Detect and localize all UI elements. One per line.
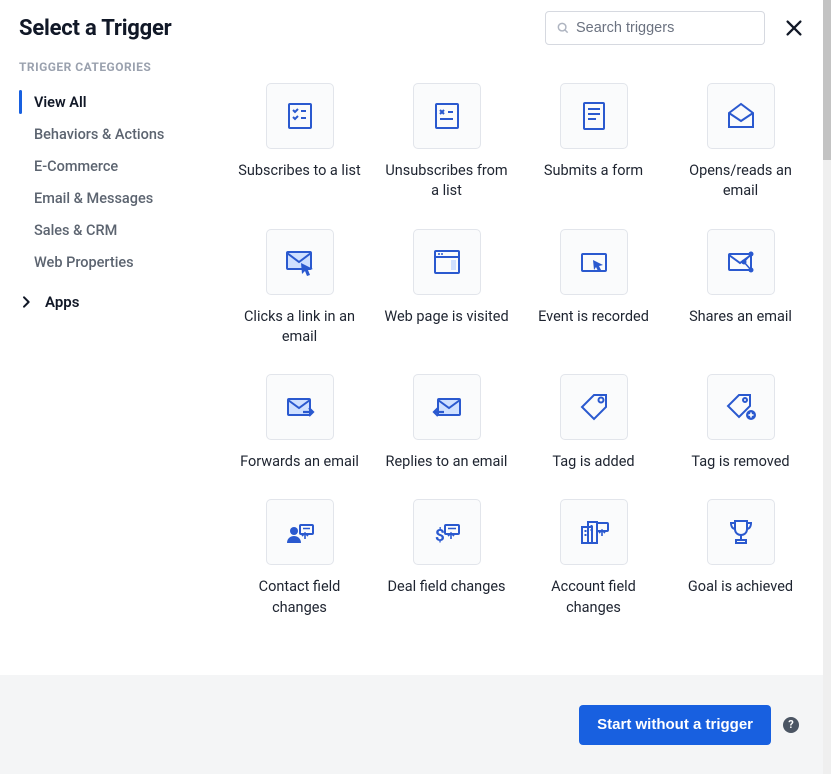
trophy-icon: [724, 515, 758, 549]
sidebar-category-1[interactable]: Behaviors & Actions: [0, 118, 217, 150]
trigger-webpage[interactable]: Web page is visited: [382, 229, 511, 348]
trigger-tile: [560, 499, 628, 565]
modal-content: TRIGGER CATEGORIES View AllBehaviors & A…: [0, 56, 823, 675]
trigger-label: Tag is added: [552, 452, 634, 472]
modal-footer: Start without a trigger ?: [0, 675, 823, 774]
trigger-mail-forward[interactable]: Forwards an email: [235, 374, 364, 472]
trigger-tile: [707, 499, 775, 565]
close-button[interactable]: [783, 17, 805, 39]
trigger-label: Unsubscribes from a list: [383, 161, 511, 202]
trigger-label: Deal field changes: [387, 577, 505, 597]
sidebar-category-0[interactable]: View All: [0, 86, 217, 118]
help-button[interactable]: ?: [783, 717, 799, 733]
start-without-trigger-button[interactable]: Start without a trigger: [579, 705, 771, 745]
mail-share-icon: [724, 245, 758, 279]
trigger-tile: [707, 83, 775, 149]
sidebar-category-2[interactable]: E-Commerce: [0, 150, 217, 182]
trigger-tile: [560, 374, 628, 440]
account-field-icon: [577, 515, 611, 549]
tag-remove-icon: [724, 390, 758, 424]
sidebar-category-4[interactable]: Sales & CRM: [0, 214, 217, 246]
trigger-tile: [266, 374, 334, 440]
trigger-grid: Subscribes to a list Unsubscribes from a …: [235, 83, 805, 618]
trigger-label: Replies to an email: [386, 452, 508, 472]
chevron-right-icon: [18, 294, 34, 310]
sidebar-category-5[interactable]: Web Properties: [0, 246, 217, 278]
sidebar-apps[interactable]: Apps: [0, 286, 217, 318]
trigger-mail-reply[interactable]: Replies to an email: [382, 374, 511, 472]
mail-forward-icon: [283, 390, 317, 424]
checklist-off-icon: [430, 99, 464, 133]
webpage-icon: [430, 245, 464, 279]
trigger-trophy[interactable]: Goal is achieved: [676, 499, 805, 618]
trigger-label: Contact field changes: [236, 577, 364, 618]
trigger-tile: [707, 229, 775, 295]
trigger-label: Goal is achieved: [688, 577, 793, 597]
category-list: View AllBehaviors & ActionsE-CommerceEma…: [0, 86, 217, 278]
search-input[interactable]: [570, 20, 754, 36]
trigger-label: Opens/reads an email: [677, 161, 805, 202]
trigger-select-modal: Select a Trigger TRIGGER CATEGORIES View…: [0, 0, 831, 774]
trigger-label: Clicks a link in an email: [236, 307, 364, 348]
trigger-label: Forwards an email: [240, 452, 359, 472]
trigger-tag[interactable]: Tag is added: [529, 374, 658, 472]
trigger-tile: [266, 229, 334, 295]
contact-field-icon: [283, 515, 317, 549]
trigger-tile: [413, 374, 481, 440]
trigger-mail-open[interactable]: Opens/reads an email: [676, 83, 805, 202]
trigger-contact-field[interactable]: Contact field changes: [235, 499, 364, 618]
trigger-label: Subscribes to a list: [238, 161, 360, 181]
trigger-grid-container[interactable]: Subscribes to a list Unsubscribes from a …: [217, 56, 823, 675]
trigger-label: Shares an email: [689, 307, 792, 327]
search-field[interactable]: [545, 11, 765, 45]
trigger-mail-click[interactable]: Clicks a link in an email: [235, 229, 364, 348]
trigger-tile: [413, 499, 481, 565]
trigger-label: Account field changes: [530, 577, 658, 618]
modal-title: Select a Trigger: [19, 16, 172, 41]
trigger-tile: [266, 83, 334, 149]
trigger-tag-remove[interactable]: Tag is removed: [676, 374, 805, 472]
trigger-tile: [413, 83, 481, 149]
trigger-tile: [707, 374, 775, 440]
trigger-checklist[interactable]: Subscribes to a list: [235, 83, 364, 202]
modal-header: Select a Trigger: [0, 0, 823, 56]
page-scrollbar-thumb[interactable]: [823, 0, 831, 160]
checklist-icon: [283, 99, 317, 133]
category-heading: TRIGGER CATEGORIES: [0, 56, 217, 86]
page-scrollbar-track[interactable]: [823, 0, 831, 774]
trigger-tile: [560, 83, 628, 149]
trigger-event[interactable]: Event is recorded: [529, 229, 658, 348]
trigger-label: Event is recorded: [538, 307, 649, 327]
trigger-label: Submits a form: [544, 161, 643, 181]
trigger-mail-share[interactable]: Shares an email: [676, 229, 805, 348]
trigger-account-field[interactable]: Account field changes: [529, 499, 658, 618]
form-icon: [577, 99, 611, 133]
deal-field-icon: [430, 515, 464, 549]
trigger-tile: [413, 229, 481, 295]
modal-body: Select a Trigger TRIGGER CATEGORIES View…: [0, 0, 823, 675]
sidebar-apps-label: Apps: [45, 293, 79, 311]
trigger-label: Web page is visited: [384, 307, 508, 327]
event-icon: [577, 245, 611, 279]
trigger-checklist-off[interactable]: Unsubscribes from a list: [382, 83, 511, 202]
tag-icon: [577, 390, 611, 424]
mail-click-icon: [283, 245, 317, 279]
mail-reply-icon: [430, 390, 464, 424]
trigger-deal-field[interactable]: Deal field changes: [382, 499, 511, 618]
trigger-label: Tag is removed: [691, 452, 789, 472]
sidebar: TRIGGER CATEGORIES View AllBehaviors & A…: [0, 56, 217, 675]
trigger-form[interactable]: Submits a form: [529, 83, 658, 202]
mail-open-icon: [724, 99, 758, 133]
search-icon: [556, 21, 570, 35]
sidebar-category-3[interactable]: Email & Messages: [0, 182, 217, 214]
trigger-tile: [560, 229, 628, 295]
trigger-tile: [266, 499, 334, 565]
